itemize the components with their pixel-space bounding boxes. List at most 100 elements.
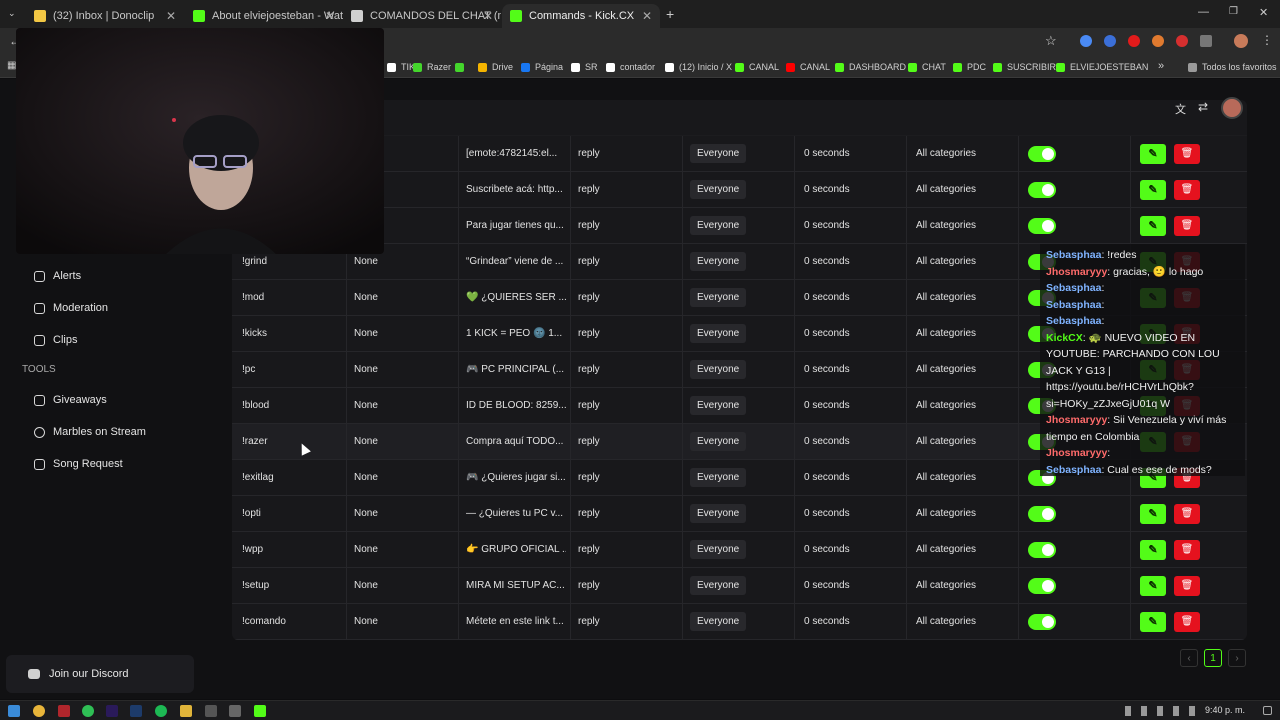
table-row[interactable]: Para jugar tienes qu... reply Everyone 0 se… [232,208,1247,244]
new-tab-icon[interactable]: + [666,6,674,22]
app-icon[interactable] [205,705,217,717]
bookmark-item[interactable]: SR [571,59,598,75]
edit-button[interactable]: ✎ [1140,539,1166,560]
delete-button[interactable]: 🗑 [1174,503,1200,524]
table-row[interactable]: [emote:4782145:el... reply Everyone 0 secon… [232,136,1247,172]
premiere-icon[interactable] [106,705,118,717]
menu-icon[interactable]: ⋮ [1261,33,1273,47]
chat-username[interactable]: Jhosmaryyy [1046,266,1107,278]
tab-list-chevron-icon[interactable]: ⌄ [8,8,16,19]
chat-username[interactable]: Sebasphaa [1046,249,1101,261]
pagination-next[interactable]: › [1228,649,1246,667]
all-favorites[interactable]: Todos los favoritos [1188,59,1277,75]
whatsapp-icon[interactable] [82,705,94,717]
bookmark-item[interactable]: contador [606,59,655,75]
tab-inbox[interactable]: (32) Inbox | Donoclip ✕ [26,4,184,28]
close-icon[interactable]: ✕ [483,9,493,23]
edit-button[interactable]: ✎ [1140,611,1166,632]
notifications-icon[interactable] [1263,706,1272,715]
folder-icon[interactable] [180,705,192,717]
spotify-icon[interactable] [155,705,167,717]
chat-username[interactable]: Jhosmaryyy [1046,447,1107,459]
table-row[interactable]: Suscribete acá: http... reply Everyone 0 se… [232,172,1247,208]
maximize-icon[interactable]: ❐ [1229,6,1238,17]
delete-button[interactable]: 🗑 [1174,539,1200,560]
app-icon[interactable] [229,705,241,717]
join-discord-button[interactable]: Join our Discord [6,655,194,693]
chat-username[interactable]: Sebasphaa [1046,464,1101,476]
tab-comandos[interactable]: COMANDOS DEL CHAT (modo ✕ [343,4,501,28]
enabled-toggle[interactable] [1028,145,1056,162]
edit-button[interactable]: ✎ [1140,143,1166,164]
edit-button[interactable]: ✎ [1140,215,1166,236]
bookmark-star-icon[interactable]: ☆ [1045,33,1057,49]
bookmark-item[interactable]: PDC [953,59,986,75]
extension-icon[interactable] [1152,35,1164,47]
sidebar-item-moderation[interactable]: Moderation [34,299,108,317]
bookmark-item[interactable]: Razer [413,59,451,75]
chrome-icon[interactable] [33,705,45,717]
close-icon[interactable]: ✕ [166,9,176,23]
bookmark-item[interactable]: Página [521,59,563,75]
bookmark-item[interactable] [455,59,469,75]
edit-button[interactable]: ✎ [1140,179,1166,200]
extension-icon[interactable] [1176,35,1188,47]
chat-username[interactable]: Sebasphaa [1046,282,1101,294]
delete-button[interactable]: 🗑 [1174,215,1200,236]
delete-button[interactable]: 🗑 [1174,143,1200,164]
extension-icon[interactable] [1104,35,1116,47]
bookmark-item[interactable]: CHAT [908,59,946,75]
enabled-toggle[interactable] [1028,577,1056,594]
enabled-toggle[interactable] [1028,613,1056,630]
close-icon[interactable]: ✕ [642,9,652,23]
table-row[interactable]: !setup None MIRA MI SETUP AC... reply Everyo… [232,568,1247,604]
edit-button[interactable]: ✎ [1140,503,1166,524]
table-row[interactable]: !wpp None 👉 GRUPO OFICIAL ... reply Everyone… [232,532,1247,568]
tab-about[interactable]: About elviejoesteban - Watch L ✕ [185,4,343,28]
bookmark-item[interactable]: (12) Inicio / X [665,59,732,75]
table-row[interactable]: !opti None — ¿Quieres tu PC v... reply Every… [232,496,1247,532]
tab-commands-kickcx[interactable]: Commands - Kick.CX ✕ [502,4,660,28]
enabled-toggle[interactable] [1028,541,1056,558]
pagination-prev[interactable]: ‹ [1180,649,1198,667]
pagination-current[interactable]: 1 [1204,649,1222,667]
sidebar-item-clips[interactable]: Clips [34,331,77,349]
close-icon[interactable]: ✕ [325,9,335,23]
sidebar-item-giveaways[interactable]: Giveaways [34,391,107,409]
extensions-puzzle-icon[interactable] [1200,35,1212,47]
enabled-toggle[interactable] [1028,505,1056,522]
enabled-toggle[interactable] [1028,217,1056,234]
enabled-toggle[interactable] [1028,181,1056,198]
profile-avatar[interactable] [1234,34,1248,48]
bookmark-item[interactable]: SUSCRIBIR [993,59,1056,75]
translate-icon[interactable]: 文 [1175,101,1186,117]
switch-icon[interactable]: ⇄ [1198,100,1208,114]
chat-username[interactable]: Sebasphaa [1046,299,1101,311]
app-icon[interactable] [58,705,70,717]
delete-button[interactable]: 🗑 [1174,575,1200,596]
chat-username[interactable]: KickCX [1046,332,1083,344]
bookmark-item[interactable]: TIK [387,59,415,75]
bookmark-item[interactable]: ELVIEJOESTEBAN [1056,59,1148,75]
bookmarks-overflow[interactable]: » [1158,60,1164,72]
kick-icon[interactable] [254,705,266,717]
sidebar-item-alerts[interactable]: Alerts [34,267,81,285]
close-window-icon[interactable]: ✕ [1259,6,1268,19]
delete-button[interactable]: 🗑 [1174,179,1200,200]
sidebar-item-marbles[interactable]: Marbles on Stream [34,423,146,441]
minimize-icon[interactable]: — [1198,6,1209,18]
extension-icon[interactable] [1080,35,1092,47]
bookmark-item[interactable]: CANAL [735,59,779,75]
chat-username[interactable]: Sebasphaa [1046,315,1101,327]
bookmark-item[interactable]: DASHBOARD [835,59,906,75]
table-row[interactable]: !comando None Métete en este link t... repl… [232,604,1247,640]
user-avatar[interactable] [1221,97,1243,119]
extension-icon[interactable] [1128,35,1140,47]
delete-button[interactable]: 🗑 [1174,611,1200,632]
windows-start-icon[interactable] [8,705,20,717]
edit-button[interactable]: ✎ [1140,575,1166,596]
sidebar-item-song-request[interactable]: Song Request [34,455,123,473]
bookmark-item[interactable]: Drive [478,59,513,75]
bookmark-item[interactable]: CANAL [786,59,830,75]
photoshop-icon[interactable] [130,705,142,717]
